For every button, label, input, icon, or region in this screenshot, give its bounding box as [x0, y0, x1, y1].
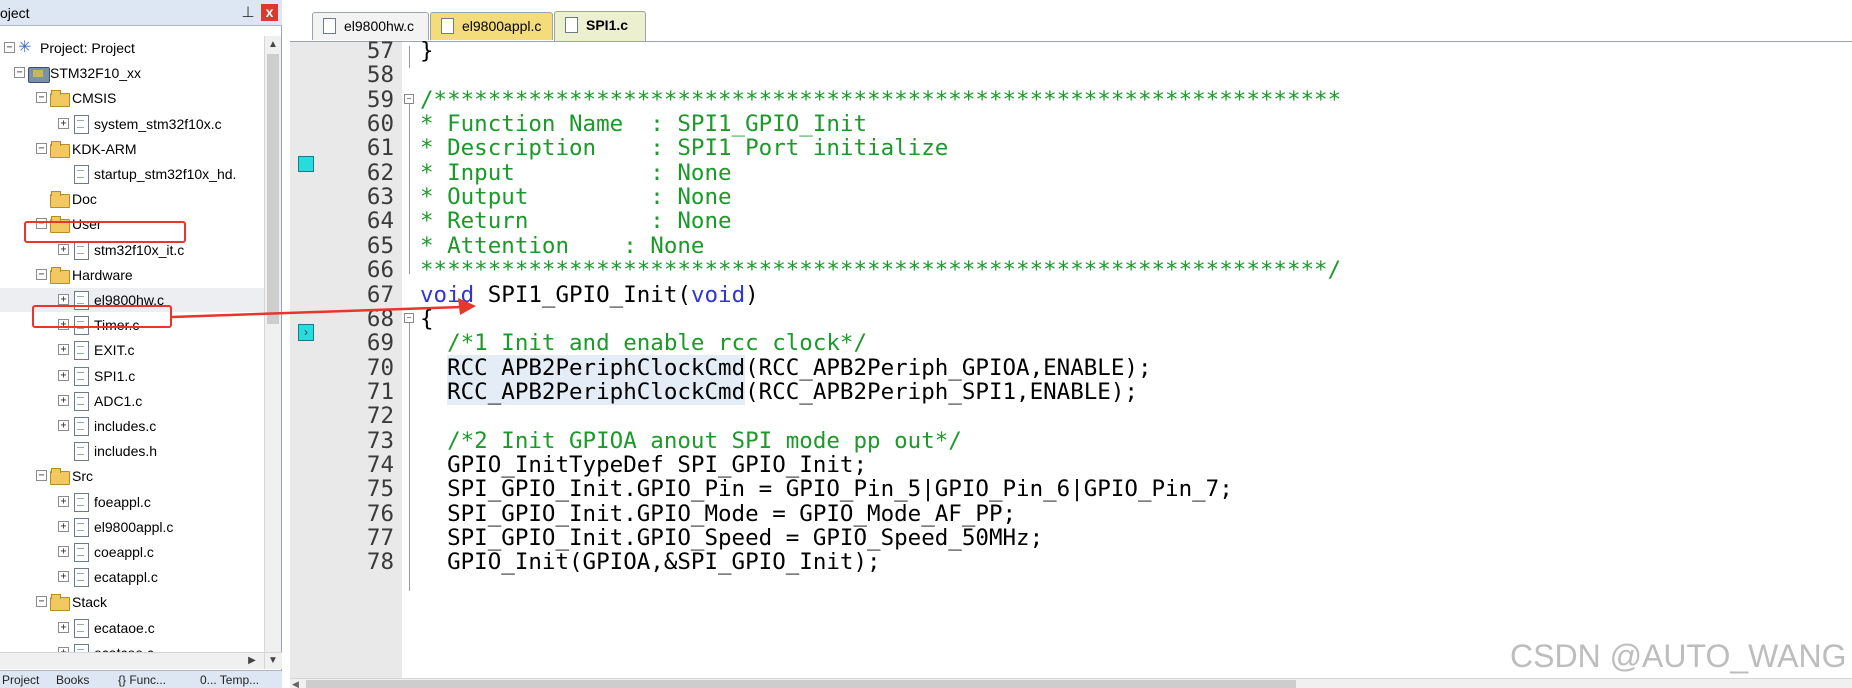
watermark: CSDN @AUTO_WANG	[1510, 638, 1847, 674]
annotation-arrow	[171, 298, 476, 319]
